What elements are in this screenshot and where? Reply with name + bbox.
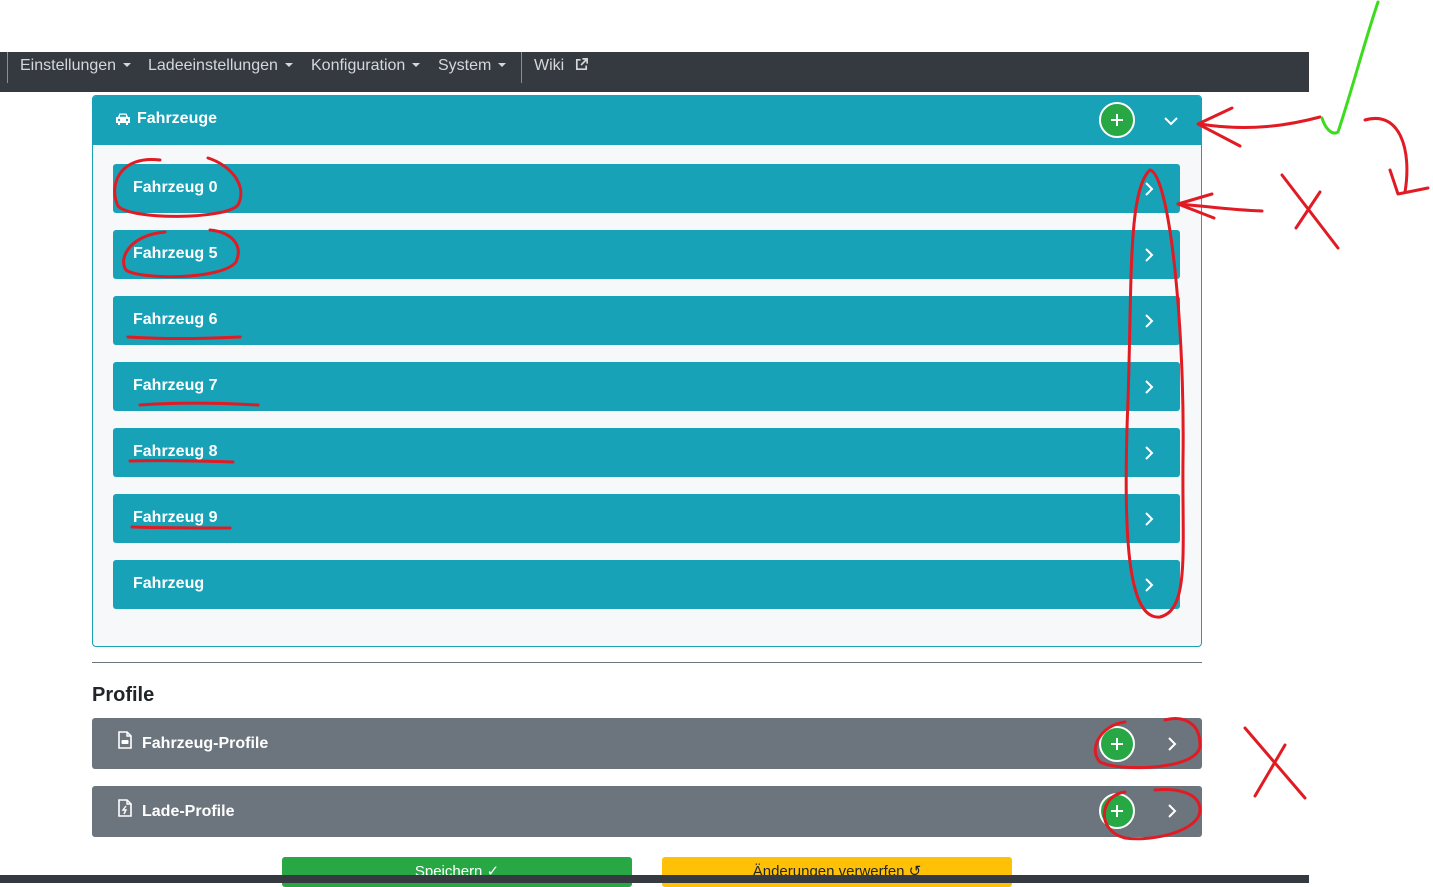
- nav-item-konfiguration[interactable]: Konfiguration: [311, 55, 421, 77]
- vehicle-label: Fahrzeug: [133, 575, 205, 592]
- add-charge-profile-button[interactable]: [1099, 793, 1135, 829]
- chevron-right-icon: [1145, 314, 1154, 328]
- plus-icon: [1111, 738, 1123, 750]
- chevron-right-icon[interactable]: [1166, 736, 1178, 752]
- vehicle-row[interactable]: Fahrzeug 5: [113, 230, 1180, 279]
- vehicle-label: Fahrzeug 8: [133, 443, 218, 460]
- annotation-arrow: [1198, 115, 1322, 130]
- vehicle-row[interactable]: Fahrzeug: [113, 560, 1180, 609]
- chevron-right-icon: [1145, 182, 1154, 196]
- vehicle-row[interactable]: Fahrzeug 9: [113, 494, 1180, 543]
- charge-profile-icon: [118, 799, 132, 817]
- nav-separator: [7, 52, 8, 83]
- chevron-right-icon: [1145, 578, 1154, 592]
- chevron-down-icon[interactable]: [1163, 115, 1179, 127]
- chevron-right-icon: [1145, 380, 1154, 394]
- nav-label: Konfiguration: [311, 57, 406, 74]
- bottom-bar: [0, 875, 1309, 883]
- nav-item-einstellungen[interactable]: Einstellungen: [20, 55, 132, 77]
- nav-item-system[interactable]: System: [438, 55, 507, 77]
- nav-separator: [521, 52, 522, 83]
- nav-label: Einstellungen: [20, 57, 117, 74]
- vehicle-profile-icon: [118, 731, 132, 749]
- add-vehicle-button[interactable]: [1099, 102, 1135, 138]
- caret-down-icon: [498, 63, 507, 67]
- charge-profiles-label: Lade-Profile: [142, 803, 235, 820]
- vehicle-label: Fahrzeug 7: [133, 377, 218, 394]
- annotation-x-mark: [1243, 726, 1307, 800]
- charge-profiles-header[interactable]: Lade-Profile: [92, 786, 1202, 837]
- annotation-arrowhead: [1196, 106, 1242, 148]
- nav-label: Ladeeinstellungen: [148, 57, 278, 74]
- caret-down-icon: [284, 63, 293, 67]
- vehicles-title: Fahrzeuge: [137, 110, 218, 127]
- annotation-x-mark: [1280, 173, 1340, 250]
- vehicle-row[interactable]: Fahrzeug 7: [113, 362, 1180, 411]
- annotation-arrowhead: [1388, 168, 1430, 196]
- vehicle-row[interactable]: Fahrzeug 8: [113, 428, 1180, 477]
- vehicle-label: Fahrzeug 0: [133, 179, 218, 196]
- vehicle-row[interactable]: Fahrzeug 0: [113, 164, 1180, 213]
- caret-down-icon: [123, 63, 132, 67]
- section-divider: [92, 662, 1202, 663]
- chevron-right-icon: [1145, 446, 1154, 460]
- profiles-section-title: Profile: [92, 684, 155, 706]
- external-link-icon: [575, 58, 588, 71]
- plus-icon: [1111, 114, 1123, 126]
- vehicle-label: Fahrzeug 9: [133, 509, 218, 526]
- top-navbar: Einstellungen Ladeeinstellungen Konfigur…: [0, 52, 1309, 92]
- chevron-right-icon: [1145, 512, 1154, 526]
- chevron-right-icon[interactable]: [1166, 803, 1178, 819]
- plus-icon: [1111, 805, 1123, 817]
- add-vehicle-profile-button[interactable]: [1099, 726, 1135, 762]
- vehicle-row[interactable]: Fahrzeug 6: [113, 296, 1180, 345]
- annotation-hook-arrow: [1363, 116, 1409, 194]
- nav-item-ladeeinstellungen[interactable]: Ladeeinstellungen: [148, 55, 293, 77]
- nav-label: Wiki: [534, 57, 565, 74]
- vehicles-card-header[interactable]: Fahrzeuge: [93, 96, 1201, 145]
- vehicle-profiles-label: Fahrzeug-Profile: [142, 735, 269, 752]
- annotation-checkmark: [1320, 0, 1380, 135]
- chevron-right-icon: [1145, 248, 1154, 262]
- vehicle-label: Fahrzeug 5: [133, 245, 218, 262]
- nav-label: System: [438, 57, 492, 74]
- vehicle-profiles-header[interactable]: Fahrzeug-Profile: [92, 718, 1202, 769]
- caret-down-icon: [412, 63, 421, 67]
- vehicle-label: Fahrzeug 6: [133, 311, 218, 328]
- nav-item-wiki[interactable]: Wiki: [534, 55, 589, 77]
- car-icon: [116, 113, 130, 125]
